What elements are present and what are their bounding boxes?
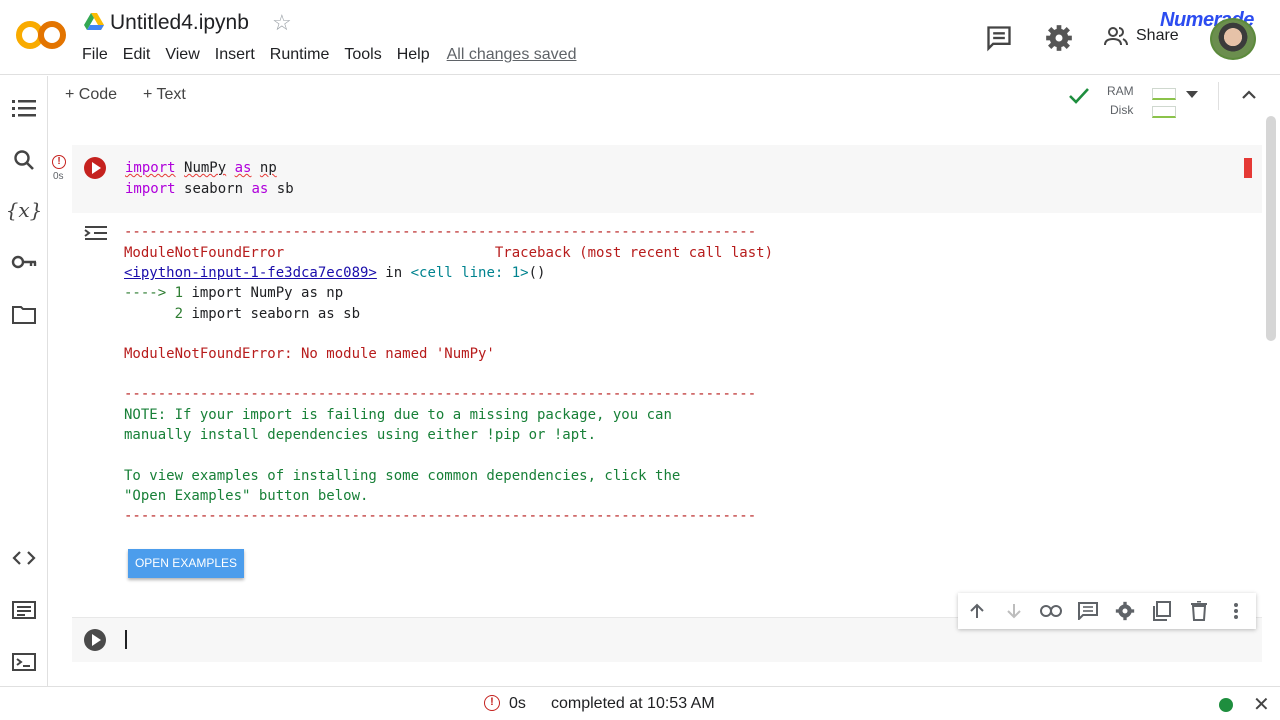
link-icon[interactable]: [1032, 593, 1069, 629]
menu-insert[interactable]: Insert: [215, 46, 255, 64]
menu-runtime[interactable]: Runtime: [270, 46, 330, 64]
chevron-up-icon[interactable]: [1241, 88, 1257, 100]
runtime-status-indicator: [1219, 698, 1233, 712]
avatar[interactable]: [1210, 18, 1256, 60]
ipython-input-link[interactable]: <ipython-input-1-fe3dca7ec089>: [124, 265, 377, 281]
close-icon[interactable]: ✕: [1253, 692, 1270, 717]
search-icon[interactable]: [10, 146, 38, 174]
error-message: ModuleNotFoundError: No module named 'Nu…: [124, 346, 495, 362]
error-marker: [1244, 158, 1252, 178]
note-line-2: manually install dependencies using eith…: [124, 427, 597, 443]
menu-view[interactable]: View: [165, 46, 199, 64]
menu-edit[interactable]: Edit: [123, 46, 151, 64]
scrollbar-thumb[interactable]: [1266, 116, 1276, 341]
folder-icon[interactable]: [10, 300, 38, 328]
traceback-location: <ipython-input-1-fe3dca7ec089> in <cell …: [124, 265, 546, 281]
check-icon: [1069, 88, 1089, 104]
code-cell-1[interactable]: [72, 145, 1262, 213]
completion-status[interactable]: completed at 10:53 AM: [551, 695, 715, 713]
traceback-header: ModuleNotFoundError Traceback (most rece…: [124, 245, 774, 261]
key-icon[interactable]: [10, 248, 38, 276]
separator-2: ----------------------------------------…: [124, 386, 757, 402]
note-line-1: NOTE: If your import is failing due to a…: [124, 407, 672, 423]
cell-toolbar: [958, 593, 1256, 629]
error-icon[interactable]: !: [484, 695, 500, 711]
run-cell-button[interactable]: [84, 157, 106, 179]
disk-meter: [1152, 106, 1176, 118]
colab-logo[interactable]: [16, 18, 66, 52]
execution-duration[interactable]: 0s: [509, 695, 526, 713]
chevron-down-icon[interactable]: [1186, 91, 1198, 98]
comment-icon[interactable]: [1069, 593, 1106, 629]
text-cursor: [125, 630, 127, 649]
command-palette-icon[interactable]: [10, 596, 38, 624]
traceback-line-2: 2 import seaborn as sb: [124, 306, 361, 322]
people-icon: [1104, 27, 1128, 46]
left-sidebar: {x}: [0, 76, 48, 686]
terminal-icon[interactable]: [10, 648, 38, 676]
code-snippets-icon[interactable]: [10, 544, 38, 572]
add-code-button[interactable]: + Code: [65, 86, 117, 104]
note-line-3: To view examples of installing some comm…: [124, 468, 681, 484]
notebook-title[interactable]: Untitled4.ipynb: [110, 11, 249, 35]
gear-icon[interactable]: [1106, 593, 1143, 629]
comment-icon[interactable]: [985, 24, 1013, 52]
google-drive-icon: [84, 13, 104, 30]
variables-icon[interactable]: {x}: [6, 196, 43, 224]
notebook-toolbar: + Code + Text RAM Disk: [48, 76, 1280, 118]
cell-duration: 0s: [53, 171, 64, 182]
mirror-cell-icon[interactable]: [1143, 593, 1180, 629]
disk-label: Disk: [1110, 103, 1134, 117]
open-examples-button[interactable]: OPEN EXAMPLES: [128, 549, 244, 578]
move-down-icon[interactable]: [995, 593, 1032, 629]
menu-help[interactable]: Help: [397, 46, 430, 64]
divider: [1218, 82, 1219, 110]
separator-1: ----------------------------------------…: [124, 224, 757, 240]
star-icon[interactable]: ☆: [272, 10, 292, 36]
output-actions-icon[interactable]: [84, 224, 108, 242]
delete-icon[interactable]: [1180, 593, 1217, 629]
top-bar: Untitled4.ipynb ☆ File Edit View Insert …: [0, 0, 1280, 75]
table-of-contents-icon[interactable]: [10, 94, 38, 122]
ram-label: RAM: [1107, 84, 1134, 98]
run-cell-2-button[interactable]: [84, 629, 106, 651]
ram-meter: [1152, 88, 1176, 100]
menu-tools[interactable]: Tools: [344, 46, 381, 64]
save-status[interactable]: All changes saved: [447, 46, 577, 64]
error-icon: !: [52, 155, 66, 169]
menu-bar: File Edit View Insert Runtime Tools Help…: [82, 46, 591, 64]
gear-icon[interactable]: [1045, 24, 1073, 52]
separator-3: ----------------------------------------…: [124, 508, 757, 524]
move-up-icon[interactable]: [958, 593, 995, 629]
more-options-icon[interactable]: [1217, 593, 1254, 629]
code-line-1[interactable]: import NumPy as np: [125, 160, 277, 176]
traceback-line-1: ----> 1 import NumPy as np: [124, 285, 344, 301]
note-line-4: "Open Examples" button below.: [124, 488, 369, 504]
menu-file[interactable]: File: [82, 46, 108, 64]
code-line-2[interactable]: import seaborn as sb: [125, 181, 294, 197]
add-text-button[interactable]: + Text: [143, 86, 186, 104]
status-bar: ! 0s completed at 10:53 AM ✕: [0, 686, 1280, 720]
